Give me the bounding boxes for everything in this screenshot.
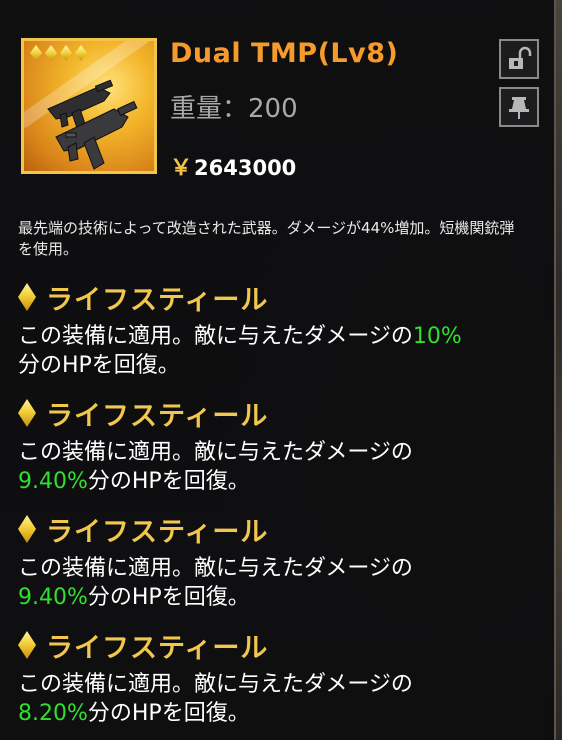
skill-header: ライフスティール bbox=[18, 394, 543, 432]
skill-entry: ライフスティール この装備に適用。敵に与えたダメージの 9.40%分のHPを回復。 bbox=[18, 510, 543, 612]
rarity-star-icon bbox=[30, 45, 42, 61]
item-price: ￥2643000 bbox=[170, 150, 296, 182]
item-name: Dual TMP(Lv8) bbox=[170, 38, 399, 69]
pin-button[interactable] bbox=[499, 87, 539, 127]
weight-label: 重量： bbox=[170, 94, 249, 124]
skill-value: 10% bbox=[412, 324, 462, 349]
unlock-icon bbox=[509, 46, 532, 69]
item-tooltip-panel: Dual TMP(Lv8) 重量：200 ￥2643000 最先端の技術によって… bbox=[0, 0, 556, 740]
lock-toggle-button[interactable] bbox=[499, 39, 539, 79]
skill-entry: ライフスティール この装備に適用。敵に与えたダメージの 9.40%分のHPを回復。 bbox=[18, 394, 543, 496]
yen-icon: ￥ bbox=[170, 156, 193, 181]
price-value: 2643000 bbox=[194, 156, 297, 180]
skill-text-after: 分のHPを回復。 bbox=[87, 469, 250, 494]
skill-text-before: この装備に適用。敵に与えたダメージの bbox=[18, 556, 413, 581]
skill-text-before: この装備に適用。敵に与えたダメージの bbox=[18, 324, 413, 349]
skill-name: ライフスティール bbox=[46, 516, 269, 548]
skill-entry: ライフスティール この装備に適用。敵に与えたダメージの10% 分のHPを回復。 bbox=[18, 278, 543, 380]
skill-name: ライフスティール bbox=[46, 400, 269, 432]
rarity-star-icon bbox=[75, 45, 87, 61]
skill-header: ライフスティール bbox=[18, 510, 543, 548]
skill-text-after: 分のHPを回復。 bbox=[18, 353, 180, 378]
skill-text-before: この装備に適用。敵に与えたダメージの bbox=[18, 672, 413, 697]
skill-text-after: 分のHPを回復。 bbox=[87, 585, 250, 610]
skill-header: ライフスティール bbox=[18, 278, 543, 316]
skill-name: ライフスティール bbox=[46, 632, 269, 664]
item-description: 最先端の技術によって改造された武器。ダメージが44%増加。短機関銃弾を使用。 bbox=[18, 219, 515, 258]
skill-diamond-icon bbox=[18, 515, 36, 543]
skill-value: 8.20% bbox=[18, 701, 88, 726]
skill-entry: ライフスティール この装備に適用。敵に与えたダメージの 8.20%分のHPを回復。 bbox=[18, 626, 543, 728]
skill-description: この装備に適用。敵に与えたダメージの 9.40%分のHPを回復。 bbox=[18, 554, 543, 612]
skill-header: ライフスティール bbox=[18, 626, 543, 664]
rarity-stars bbox=[30, 45, 87, 61]
pin-icon bbox=[509, 97, 529, 119]
skill-value: 9.40% bbox=[18, 469, 88, 494]
skill-description: この装備に適用。敵に与えたダメージの10% 分のHPを回復。 bbox=[18, 322, 543, 380]
item-weight: 重量：200 bbox=[170, 88, 298, 125]
skill-description: この装備に適用。敵に与えたダメージの 8.20%分のHPを回復。 bbox=[18, 670, 543, 728]
skill-value: 9.40% bbox=[18, 585, 88, 610]
skill-text-after: 分のHPを回復。 bbox=[87, 701, 250, 726]
rarity-star-icon bbox=[60, 45, 72, 61]
rarity-star-icon bbox=[45, 45, 57, 61]
skill-description: この装備に適用。敵に与えたダメージの 9.40%分のHPを回復。 bbox=[18, 438, 543, 496]
item-icon-frame bbox=[21, 38, 157, 174]
skill-diamond-icon bbox=[18, 631, 36, 659]
skill-name: ライフスティール bbox=[46, 284, 269, 316]
skill-diamond-icon bbox=[18, 283, 36, 311]
skill-text-before: この装備に適用。敵に与えたダメージの bbox=[18, 440, 413, 465]
weight-value: 200 bbox=[248, 94, 298, 124]
skill-diamond-icon bbox=[18, 399, 36, 427]
dual-tmp-weapon-icon bbox=[47, 79, 138, 170]
